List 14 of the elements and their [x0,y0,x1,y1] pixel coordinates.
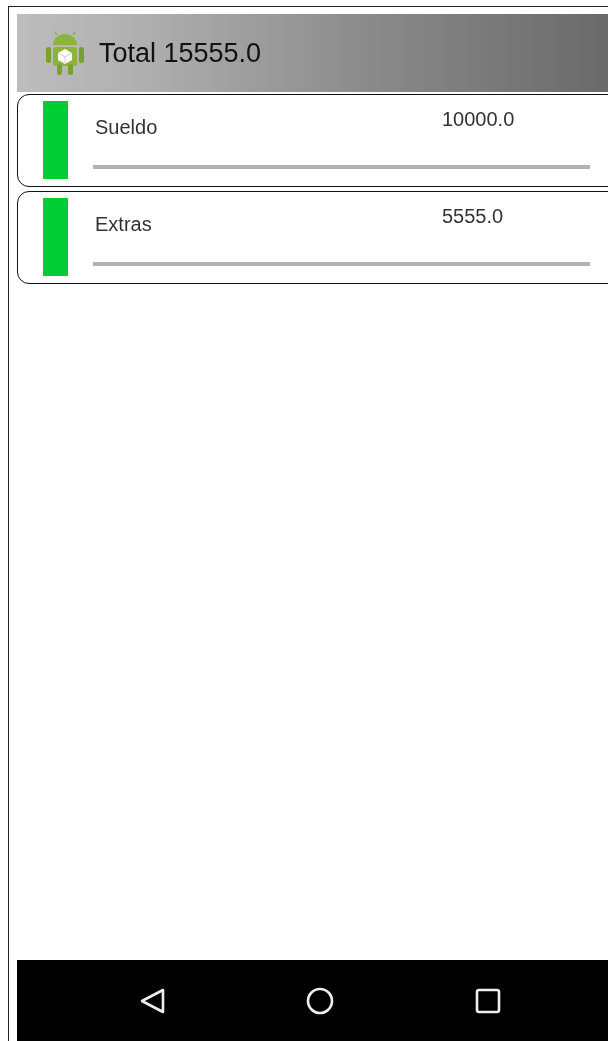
entry-amount: 5555.0 [442,205,504,229]
back-icon [139,986,165,1015]
android-icon [45,30,85,76]
entry-amount: 10000.0 [442,108,515,132]
entry-card[interactable]: Sueldo 10000.0 [17,94,608,187]
recents-icon [475,987,501,1014]
nav-button[interactable] [306,986,334,1015]
entry-name: Extras [95,213,153,237]
home-icon [306,986,334,1015]
entry-name: Sueldo [95,116,159,140]
total-title: Total 15555.0 [99,37,262,69]
nav-button[interactable] [138,986,166,1015]
entry-card[interactable]: Extras 5555.0 [17,191,608,284]
nav-button[interactable] [474,986,502,1015]
